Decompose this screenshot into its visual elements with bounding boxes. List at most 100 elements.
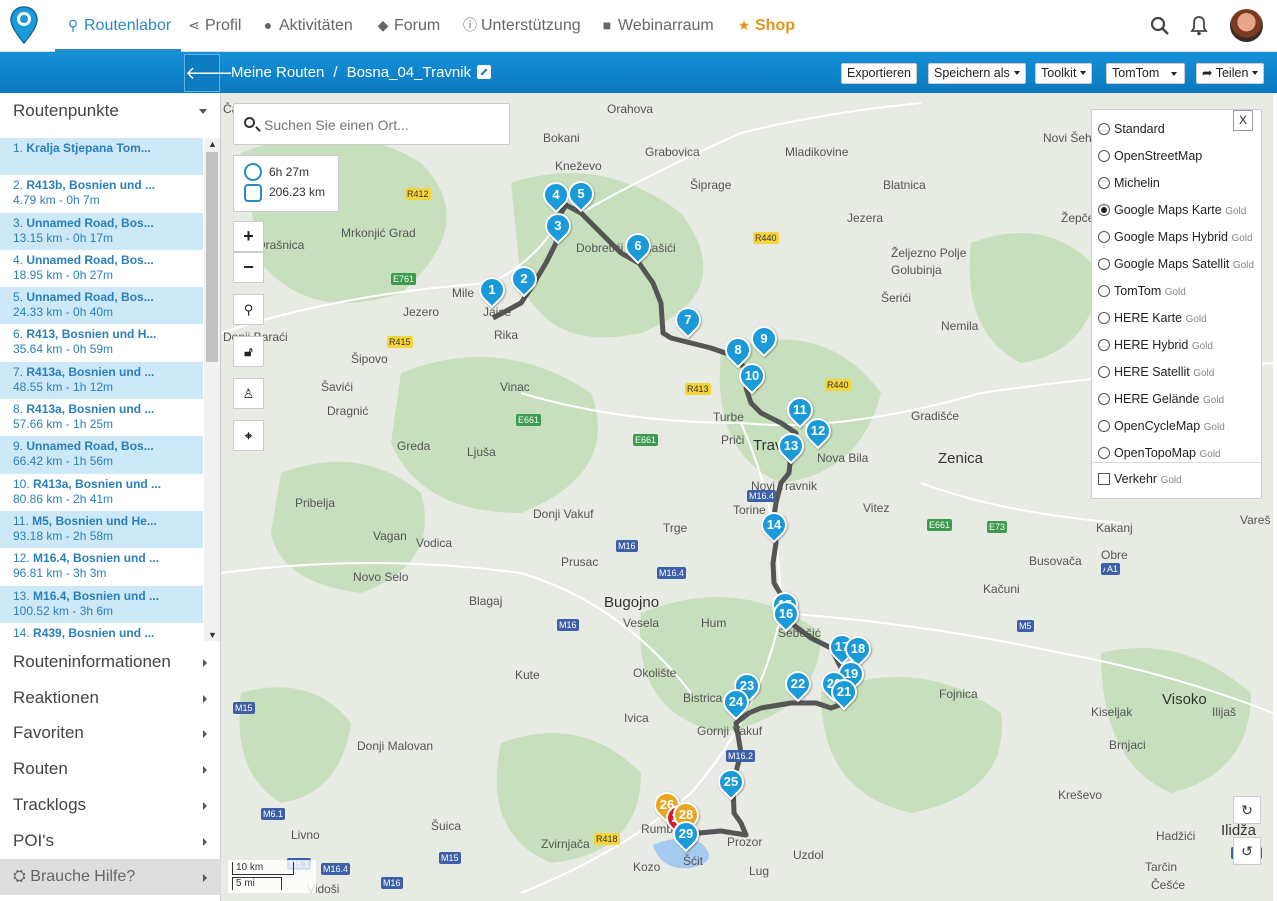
checkbox-icon[interactable] [1098, 473, 1110, 485]
map-place-label: Kiseljak [1091, 705, 1133, 719]
layer-option[interactable]: OpenStreetMap [1098, 149, 1202, 163]
waypoint-item[interactable]: 9. Unnamed Road, Bos... 66.42 km - 1h 56m [0, 436, 203, 474]
scroll-up-icon[interactable]: ▲ [208, 139, 217, 149]
nav-unterstuetzung[interactable]: ⓘ Unterstützung [462, 0, 581, 52]
waypoint-item[interactable]: 5. Unnamed Road, Bos... 24.33 km - 0h 40m [0, 287, 203, 325]
section-tracklogs[interactable]: Tracklogs [0, 787, 221, 823]
radio-icon[interactable] [1098, 366, 1110, 378]
radio-icon[interactable] [1098, 420, 1110, 432]
streetview-button[interactable]: ♙ [233, 378, 264, 409]
gold-badge: Gold [1202, 395, 1225, 406]
nav-webinarraum[interactable]: ■ Webinarraum [599, 0, 714, 52]
waypoint-name: Unnamed Road, Bos... [26, 252, 154, 267]
place-search-input[interactable] [264, 112, 504, 138]
help-button[interactable]: ⛭ Brauche Hilfe? [0, 859, 221, 895]
search-icon[interactable] [1148, 14, 1172, 38]
waypoint-item[interactable]: 2. R413b, Bosnien und ... 4.79 km - 0h 7m [0, 175, 203, 212]
section-routenpunkte[interactable]: Routenpunkte [0, 93, 221, 129]
waypoint-item[interactable]: 3. Unnamed Road, Bos... 13.15 km - 0h 17m [0, 212, 203, 250]
redo-button[interactable]: ↻ [1233, 796, 1261, 824]
zoom-in-button[interactable]: + [233, 221, 264, 252]
section-reaktionen[interactable]: Reaktionen [0, 680, 221, 716]
radio-icon[interactable] [1098, 339, 1110, 351]
section-favoriten[interactable]: Favoriten [0, 715, 221, 751]
map-place-label: Kreševo [1058, 788, 1103, 802]
radio-icon[interactable] [1098, 123, 1110, 135]
nav-profil[interactable]: ⋖ Profil [186, 0, 241, 52]
radio-icon[interactable] [1098, 393, 1110, 405]
nav-routenlabor[interactable]: ⚲ Routenlabor [55, 0, 182, 52]
map-provider-select[interactable]: TomTom [1106, 63, 1185, 84]
layer-option[interactable]: Standard [1098, 122, 1165, 136]
road-shield: R412 [405, 188, 431, 200]
layer-label: OpenCycleMap [1114, 419, 1201, 433]
traffic-option[interactable]: Verkehr Gold [1098, 472, 1182, 486]
waypoint-item[interactable]: 1. Kralja Stjepana Tom... [0, 138, 203, 176]
waypoint-item[interactable]: 6. R413, Bosnien und H... 35.64 km - 0h 5… [0, 324, 203, 361]
layer-option[interactable]: HERE Gelände Gold [1098, 392, 1224, 406]
waypoint-item[interactable]: 12. M16.4, Bosnien und ... 96.81 km - 3h … [0, 548, 203, 585]
scroll-down-icon[interactable]: ▼ [208, 630, 217, 640]
radio-icon[interactable] [1098, 231, 1110, 243]
share-button[interactable]: ➦ Teilen [1196, 63, 1265, 84]
layer-option[interactable]: HERE Satellit Gold [1098, 365, 1214, 379]
map-place-label: Ljuša [467, 445, 496, 459]
caret-down-icon [1252, 71, 1259, 75]
section-routen[interactable]: Routen [0, 751, 221, 787]
section-routeninformationen[interactable]: Routeninformationen [0, 644, 221, 680]
nav-forum[interactable]: ◆ Forum [375, 0, 441, 52]
waypoint-item[interactable]: 13. M16.4, Bosnien und ... 100.52 km - 3h… [0, 585, 203, 623]
edit-icon[interactable] [477, 65, 492, 79]
avatar[interactable] [1230, 9, 1263, 42]
layer-divider [1092, 462, 1261, 463]
layer-option[interactable]: Google Maps Satellit Gold [1098, 257, 1254, 271]
layer-option[interactable]: TomTom Gold [1098, 284, 1186, 298]
radio-icon[interactable] [1098, 285, 1110, 297]
map-place-label: Visoko [1162, 691, 1207, 708]
locate-button[interactable]: ⚲ [233, 294, 264, 325]
map-place-label: Kačuni [983, 582, 1020, 596]
radio-icon[interactable] [1098, 447, 1110, 459]
export-button[interactable]: Exportieren [841, 63, 917, 84]
waypoint-number: 6. [13, 327, 24, 342]
toolkit-button[interactable]: Toolkit [1035, 63, 1093, 84]
unlock-button[interactable]: 🔓︎ [233, 336, 264, 367]
section-pois[interactable]: POI's [0, 823, 221, 859]
layer-option[interactable]: Michelin [1098, 176, 1160, 190]
route-pin-number: 9 [760, 331, 768, 346]
waypoint-item[interactable]: 14. R439, Bosnien und ...110.28 km - 3h … [0, 623, 203, 641]
undo-button[interactable]: ↺ [1233, 837, 1261, 865]
waypoint-item[interactable]: 10. R413a, Bosnien und ... 80.86 km - 2h … [0, 474, 203, 511]
radio-icon[interactable] [1098, 258, 1110, 270]
radio-icon[interactable] [1098, 204, 1110, 216]
place-search-box[interactable] [233, 103, 510, 145]
breadcrumb-meine-routen[interactable]: Meine Routen [231, 64, 324, 81]
waypoint-item[interactable]: 7. R413a, Bosnien und ... 48.55 km - 1h 1… [0, 361, 203, 400]
logo-icon[interactable] [9, 6, 39, 44]
layer-option[interactable]: OpenTopoMap Gold [1098, 446, 1221, 460]
center-button[interactable]: ⌖ [233, 420, 264, 451]
close-layers-button[interactable]: X [1233, 110, 1253, 131]
radio-icon[interactable] [1098, 312, 1110, 324]
nav-shop[interactable]: ★ Shop [736, 0, 795, 52]
collapse-sidebar-button[interactable]: 🡐 [184, 54, 233, 92]
layer-option[interactable]: HERE Karte Gold [1098, 311, 1207, 325]
waypoint-item[interactable]: 4. Unnamed Road, Bos... 18.95 km - 0h 27m [0, 250, 203, 287]
scale-mi: 5 mi [232, 877, 282, 890]
map-place-label: Kute [515, 668, 540, 682]
waypoint-scrollbar[interactable]: ▲ ▼ [204, 138, 220, 641]
radio-icon[interactable] [1098, 177, 1110, 189]
radio-icon[interactable] [1098, 150, 1110, 162]
waypoint-item[interactable]: 11. M5, Bosnien und He... 93.18 km - 2h 5… [0, 510, 203, 549]
save-as-button[interactable]: Speichern als [928, 63, 1026, 84]
layer-option[interactable]: HERE Hybrid Gold [1098, 338, 1213, 352]
scrollbar-thumb[interactable] [206, 152, 218, 362]
zoom-out-button[interactable]: − [233, 252, 264, 283]
layer-option[interactable]: Google Maps Karte Gold [1098, 203, 1246, 217]
waypoint-item[interactable]: 8. R413a, Bosnien und ... 57.66 km - 1h 2… [0, 399, 203, 436]
layer-option[interactable]: OpenCycleMap Gold [1098, 419, 1225, 433]
nav-aktivitaeten[interactable]: ● Aktivitäten [260, 0, 353, 52]
map-place-label: Šipovo [351, 352, 388, 366]
bell-icon[interactable] [1187, 14, 1211, 38]
layer-option[interactable]: Google Maps Hybrid Gold [1098, 230, 1253, 244]
